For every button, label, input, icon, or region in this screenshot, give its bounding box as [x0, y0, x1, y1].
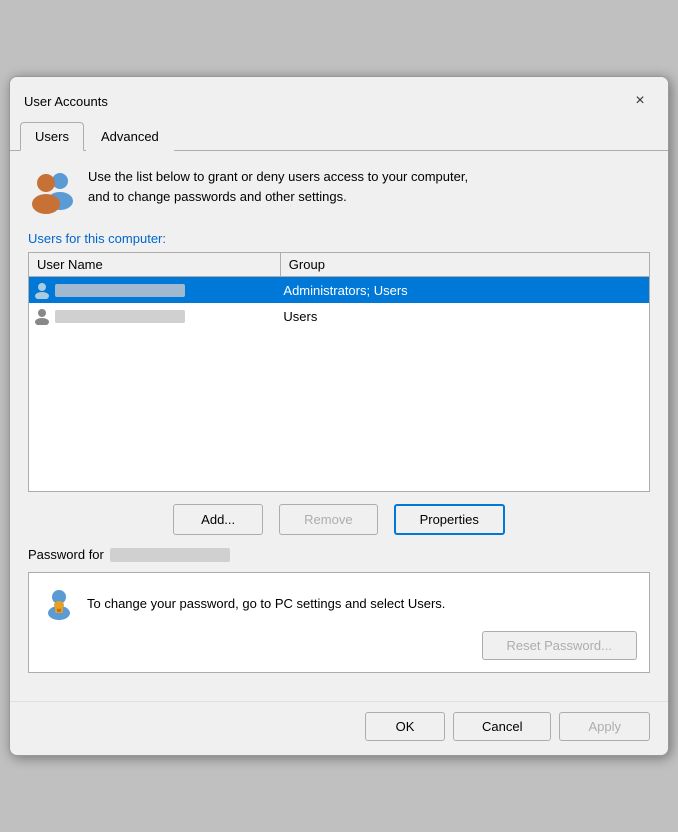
- info-box: Use the list below to grant or deny user…: [28, 167, 650, 215]
- row-user-icon: [33, 307, 51, 325]
- reset-btn-row: Reset Password...: [41, 631, 637, 660]
- tabs-bar: Users Advanced: [10, 121, 668, 151]
- password-info-text: To change your password, go to PC settin…: [87, 596, 445, 611]
- users-table: User Name Group Administrators; Users: [28, 252, 650, 492]
- group-cell-row1: Administrators; Users: [275, 278, 649, 303]
- title-bar: User Accounts ×: [10, 77, 668, 121]
- cancel-button[interactable]: Cancel: [453, 712, 551, 741]
- table-row[interactable]: Administrators; Users: [29, 277, 649, 303]
- password-icon: [41, 585, 77, 621]
- action-buttons-row: Add... Remove Properties: [28, 504, 650, 535]
- password-section-wrapper: Password for To change your password, go…: [28, 547, 650, 673]
- table-row[interactable]: Users: [29, 303, 649, 329]
- ok-button[interactable]: OK: [365, 712, 445, 741]
- bottom-buttons-row: OK Cancel Apply: [10, 701, 668, 755]
- info-text: Use the list below to grant or deny user…: [88, 167, 468, 206]
- username-blurred-row1: [55, 284, 185, 297]
- users-icon: [28, 167, 76, 215]
- group-cell-row2: Users: [275, 304, 649, 329]
- apply-button[interactable]: Apply: [559, 712, 650, 741]
- table-header: User Name Group: [29, 253, 649, 277]
- password-username-blurred: [110, 548, 230, 562]
- add-button[interactable]: Add...: [173, 504, 263, 535]
- col-header-group: Group: [281, 253, 649, 276]
- password-prefix: Password for: [28, 547, 104, 562]
- tab-advanced[interactable]: Advanced: [86, 122, 174, 151]
- tab-users[interactable]: Users: [20, 122, 84, 151]
- user-accounts-dialog: User Accounts × Users Advanced: [9, 76, 669, 756]
- password-label-row: Password for: [28, 547, 650, 562]
- username-blurred-row2: [55, 310, 185, 323]
- properties-button[interactable]: Properties: [394, 504, 505, 535]
- users-section-label: Users for this computer:: [28, 231, 650, 246]
- col-header-username: User Name: [29, 253, 281, 276]
- password-section: To change your password, go to PC settin…: [28, 572, 650, 673]
- users-svg-icon: [28, 167, 76, 215]
- row-user-icon: [33, 281, 51, 299]
- reset-password-button[interactable]: Reset Password...: [482, 631, 638, 660]
- remove-button[interactable]: Remove: [279, 504, 377, 535]
- main-content: Use the list below to grant or deny user…: [10, 151, 668, 697]
- dialog-title: User Accounts: [24, 94, 108, 109]
- close-button[interactable]: ×: [626, 87, 654, 115]
- password-info-box: To change your password, go to PC settin…: [41, 585, 637, 621]
